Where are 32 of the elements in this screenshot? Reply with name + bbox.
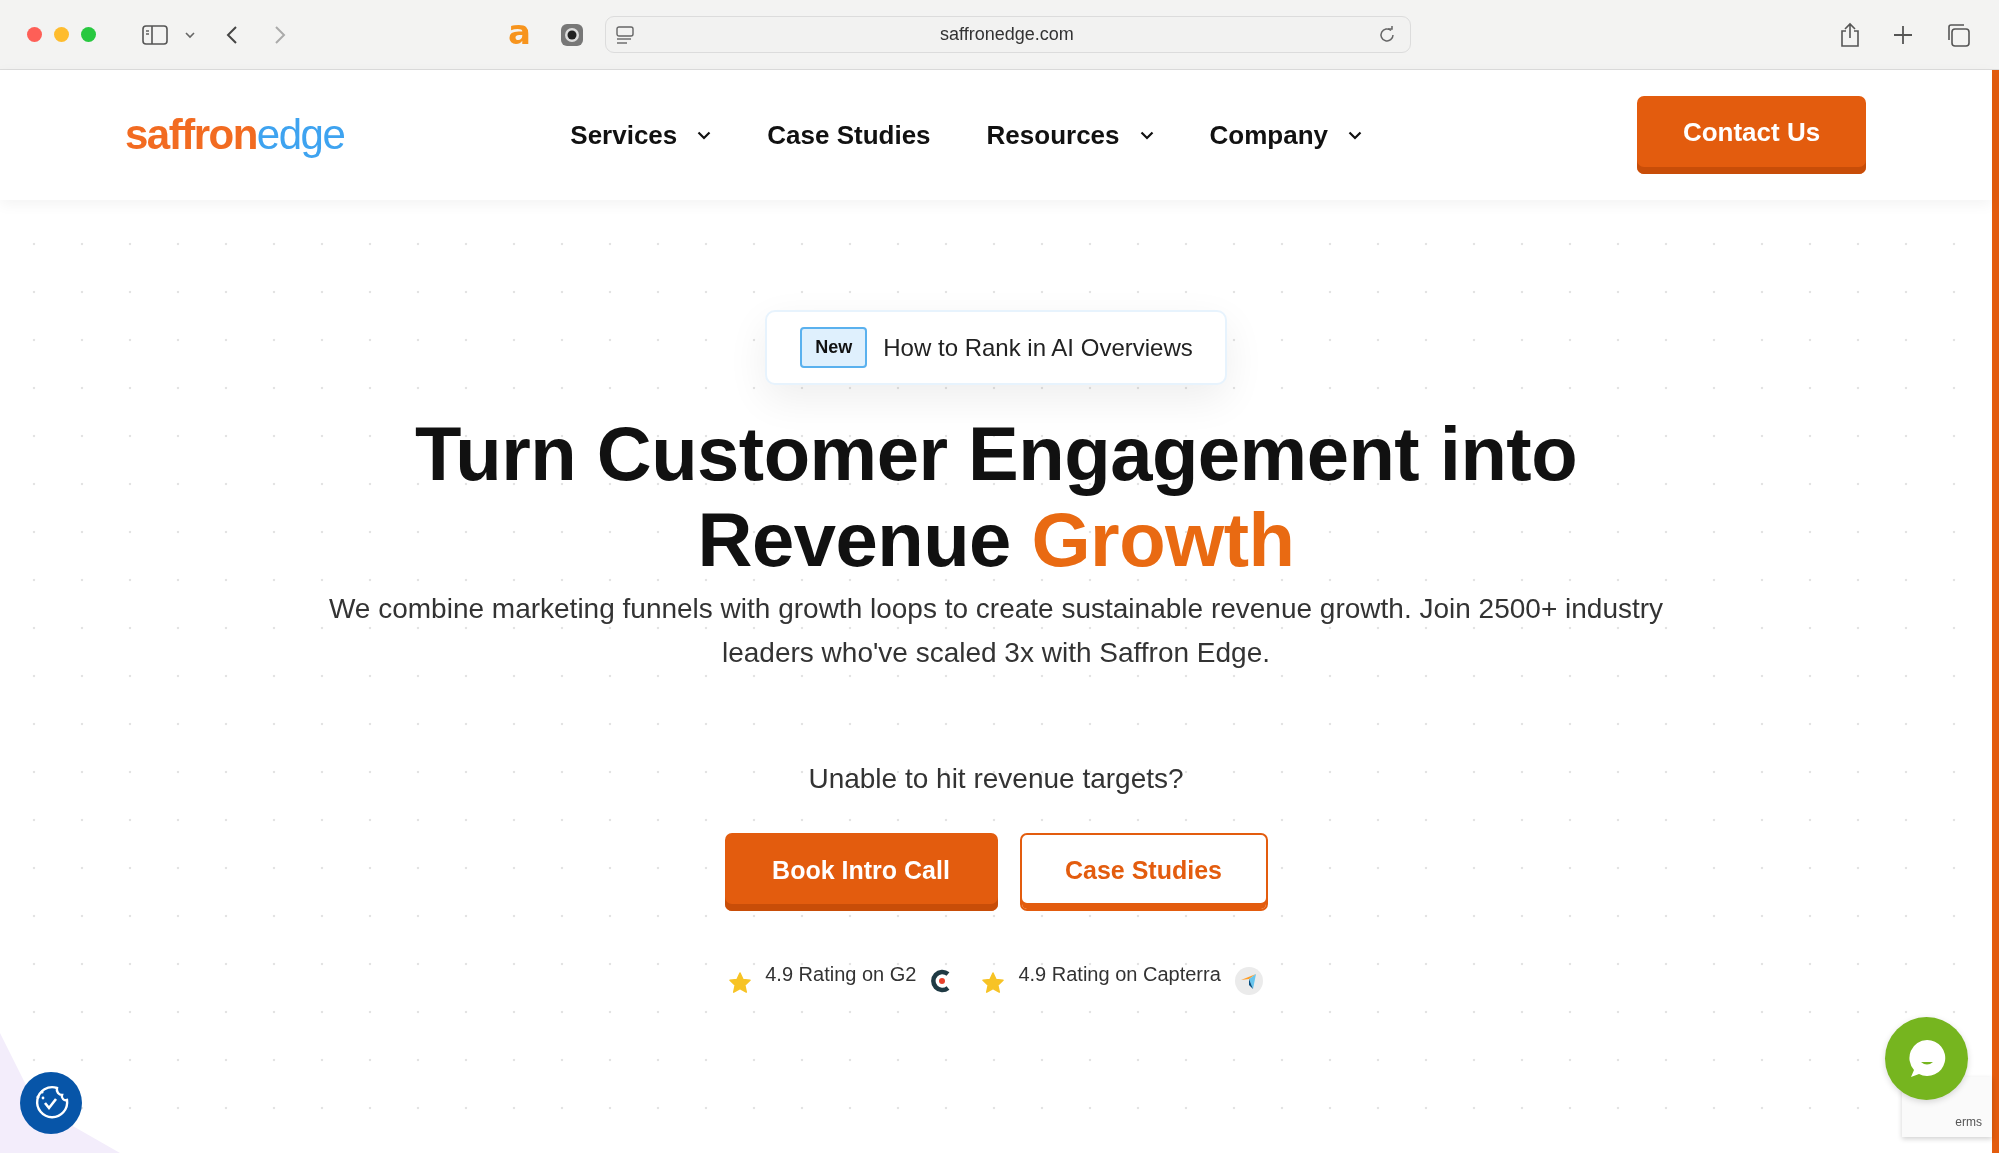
nav-link[interactable]: Case Studies [767,119,931,151]
tabs-overview-icon[interactable] [1945,21,1971,48]
nav-link[interactable]: Resources [986,119,1154,151]
url-text: saffronedge.com [939,24,1075,45]
announcement-card[interactable]: New How to Rank in AI Overviews [765,310,1227,385]
terms-link[interactable]: erms [1955,1115,1982,1129]
sidebar-icon[interactable] [142,24,168,45]
rating-text: 4.9 Rating on Capterra [1018,962,1221,987]
nav-link[interactable]: Company [1209,119,1362,151]
camera-lens-icon[interactable] [559,22,584,47]
contact-us-button[interactable]: Contact Us [1637,96,1866,174]
chevron-down-icon[interactable] [184,30,196,39]
rating-text: 4.9 Rating on G2 [765,962,917,987]
new-tab-icon[interactable] [1893,24,1913,45]
cookie-consent-button[interactable] [20,1072,82,1134]
star-icon [982,971,1005,993]
share-icon[interactable] [1839,21,1861,48]
hero-subheadline: We combine marketing funnels with growth loops to create sustainable revenue growth. Join 2500+ industry leaders who've scaled 3x with Saffron Edge. [327,592,1665,670]
page-menu-icon[interactable] [615,25,636,44]
book-call-button[interactable]: Book Intro Call [724,833,998,911]
reload-icon[interactable] [1377,25,1396,44]
announcement-text[interactable]: How to Rank in AI Overviews [883,333,1193,362]
hero-headline: Turn Customer Engagement into Revenue Growth [413,411,1579,583]
address-bar[interactable]: saffronedge.com [604,16,1411,53]
arrow-pointer-icon [1234,967,1263,995]
nav-link[interactable]: Services [570,119,712,151]
back-icon[interactable] [226,24,238,45]
star-icon [729,971,752,993]
case-studies-button[interactable]: Case Studies [1019,833,1268,911]
close-window-button[interactable] [27,27,42,42]
question-text: Unable to hit revenue targets? [808,763,1184,795]
new-tag: New [800,327,868,368]
